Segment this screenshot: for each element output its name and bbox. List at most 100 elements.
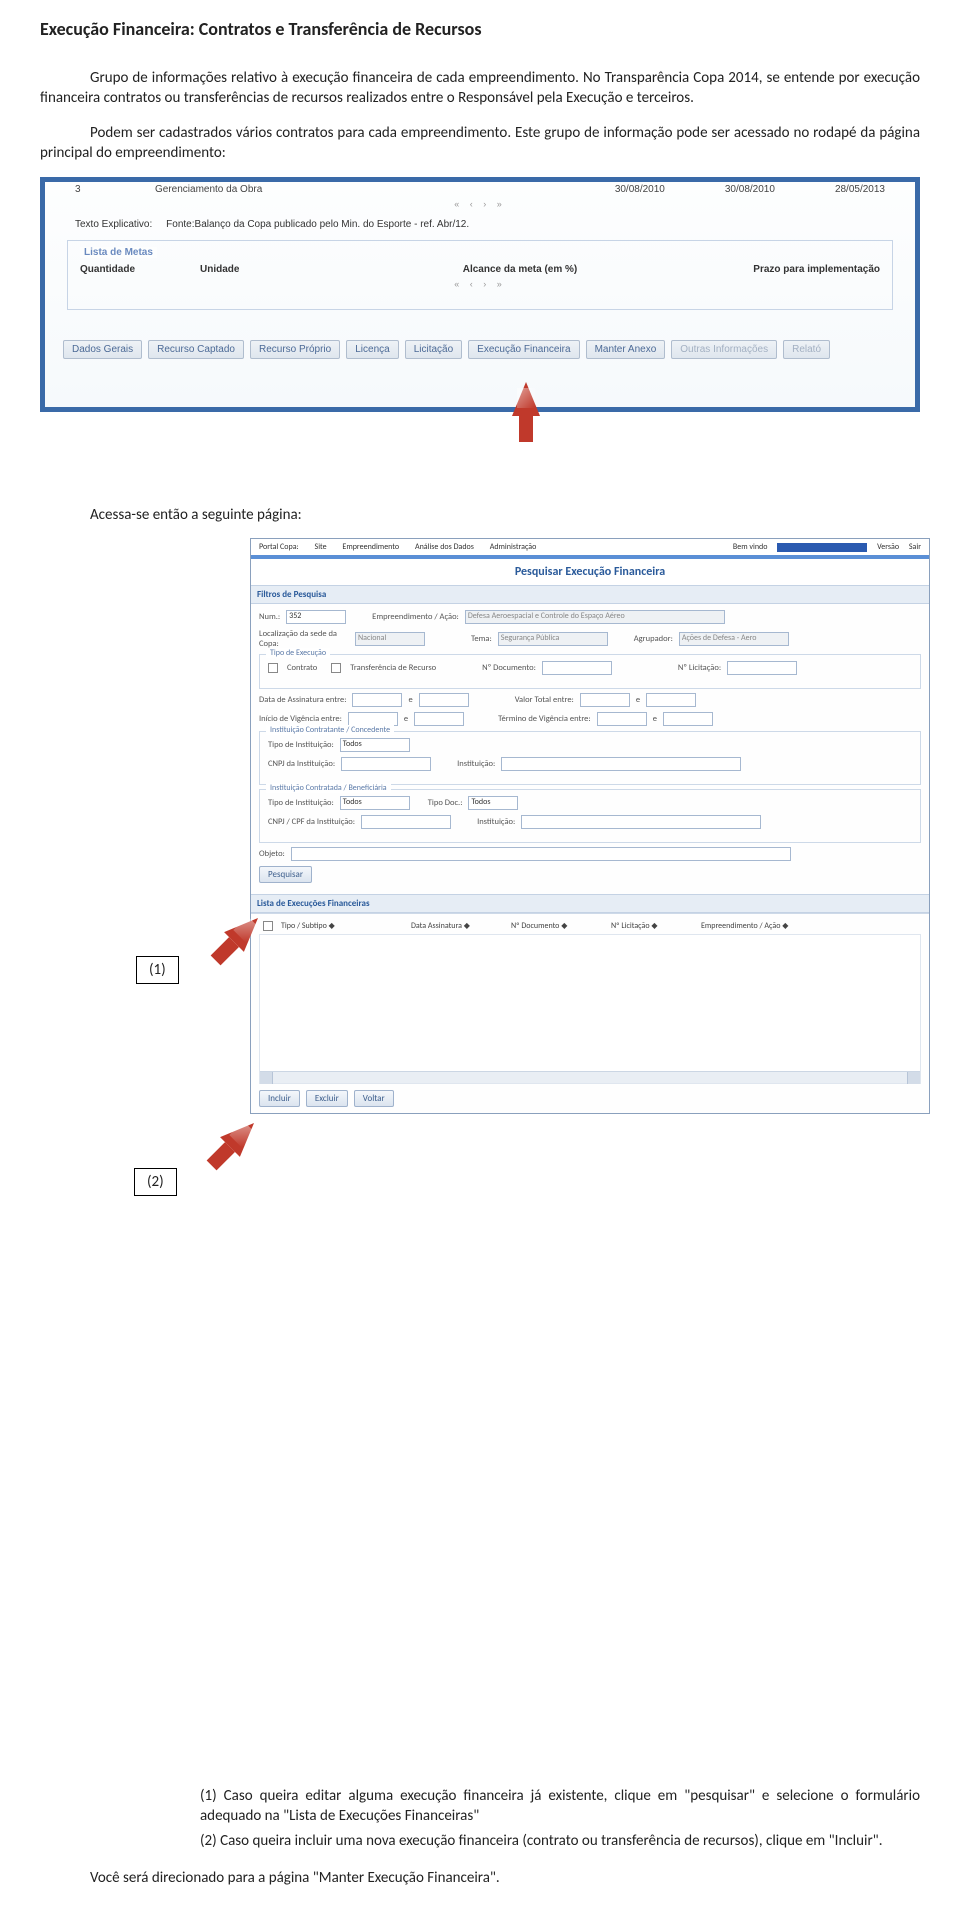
cnpjcpf2-label: CNPJ / CPF da Instituição: — [268, 817, 355, 827]
tvig-label: Término de Vigência entre: — [498, 714, 591, 724]
inst1-input[interactable] — [501, 757, 741, 771]
texto-value: Fonte:Balanço da Copa publicado pelo Min… — [166, 219, 469, 230]
tvig-to[interactable] — [663, 712, 713, 726]
ivig-label: Início de Vigência entre: — [259, 714, 342, 724]
tab-execucao-financeira[interactable]: Execução Financeira — [468, 340, 579, 359]
tab-dados-gerais[interactable]: Dados Gerais — [63, 340, 142, 359]
loc-label: Localização da sede da Copa: — [259, 629, 349, 649]
voltar-button[interactable]: Voltar — [354, 1090, 394, 1107]
screenshot-1: 3 Gerenciamento da Obra 30/08/2010 30/08… — [40, 177, 920, 412]
screenshot-2-wrapper: Portal Copa: Site Empreendimento Análise… — [40, 538, 920, 1774]
num-input[interactable]: 352 — [286, 610, 346, 624]
ivig-from[interactable] — [348, 712, 398, 726]
col-data-ass[interactable]: Data Assinatura ◆ — [407, 921, 507, 931]
row-num: 3 — [75, 184, 95, 195]
nav-admin[interactable]: Administração — [490, 542, 537, 552]
tab-recurso-proprio[interactable]: Recurso Próprio — [250, 340, 340, 359]
col-ndoc[interactable]: Nº Documento ◆ — [507, 921, 607, 931]
emp-input: Defesa Aeroespacial e Controle do Espaço… — [465, 610, 725, 624]
row-date-1: 30/08/2010 — [615, 184, 665, 195]
tab-licitacao[interactable]: Licitação — [405, 340, 462, 359]
callout-1: (1) — [136, 956, 179, 984]
nav-versao[interactable]: Versão — [877, 542, 899, 552]
col-nlic[interactable]: Nº Licitação ◆ — [607, 921, 697, 931]
intro-paragraph-1: Grupo de informações relativo à execução… — [40, 68, 920, 109]
col-alcance: Alcance da meta (em %) — [316, 262, 724, 277]
ndoc-input[interactable] — [542, 661, 612, 675]
tipoinst1-label: Tipo de Instituição: — [268, 740, 334, 750]
cnpj1-label: CNPJ da Instituição: — [268, 759, 335, 769]
final-paragraph: Você será direcionado para a página "Man… — [90, 1869, 920, 1887]
chk-contrato[interactable] — [268, 663, 278, 673]
emp-label: Empreendimento / Ação: — [372, 612, 459, 622]
inst2-input[interactable] — [521, 815, 761, 829]
lista-metas-fieldset: Lista de Metas Quantidade Unidade Alcanc… — [67, 240, 893, 310]
cnpjcpf2-input[interactable] — [361, 815, 451, 829]
loc-input: Nacional — [355, 632, 425, 646]
tab-recurso-captado[interactable]: Recurso Captado — [148, 340, 244, 359]
pesquisar-button[interactable]: Pesquisar — [259, 866, 312, 883]
tab-licenca[interactable]: Licença — [346, 340, 398, 359]
tab-outras-informacoes[interactable]: Outras Informações — [671, 340, 777, 359]
vtot-to[interactable] — [646, 693, 696, 707]
instruction-1: (1) Caso queira editar alguma execução f… — [200, 1786, 920, 1827]
page-title: Execução Financeira: Contratos e Transfe… — [40, 18, 920, 40]
user-redacted — [777, 543, 867, 552]
tipoinst1-select[interactable]: Todos — [340, 738, 410, 752]
tipo-execucao-group: Tipo de Execução Contrato Transferência … — [259, 654, 921, 689]
lista-metas-title: Lista de Metas — [80, 247, 157, 258]
row-date-3: 28/05/2013 — [835, 184, 885, 195]
texto-explicativo: Texto Explicativo: Fonte:Balanço da Copa… — [45, 215, 915, 234]
tipoinst2-label: Tipo de Instituição: — [268, 798, 334, 808]
excluir-button[interactable]: Excluir — [306, 1090, 348, 1107]
e-label-1: e — [408, 695, 412, 705]
ivig-to[interactable] — [414, 712, 464, 726]
screenshot-2: Portal Copa: Site Empreendimento Análise… — [250, 538, 930, 1114]
tipoinst2-select[interactable]: Todos — [340, 796, 410, 810]
pager-2[interactable]: « ‹ › » — [76, 279, 884, 289]
chk-transferencia[interactable] — [331, 663, 341, 673]
lista-body[interactable] — [259, 934, 921, 1084]
obj-input[interactable] — [291, 847, 791, 861]
dass-from[interactable] — [352, 693, 402, 707]
horizontal-scrollbar[interactable] — [260, 1071, 920, 1083]
tvig-from[interactable] — [597, 712, 647, 726]
tipodoc-select[interactable]: Todos — [468, 796, 518, 810]
nav-site[interactable]: Site — [315, 542, 327, 552]
inst1-title: Instituição Contratante / Concedente — [266, 725, 394, 735]
tema-label: Tema: — [471, 634, 492, 644]
inst1-label: Instituição: — [457, 759, 495, 769]
incluir-button[interactable]: Incluir — [259, 1090, 300, 1107]
inst2-label: Instituição: — [477, 817, 515, 827]
filtros-form: Num.: 352 Empreendimento / Ação: Defesa … — [251, 604, 929, 894]
row-name: Gerenciamento da Obra — [155, 184, 555, 195]
dass-to[interactable] — [419, 693, 469, 707]
filtros-header: Filtros de Pesquisa — [251, 585, 929, 604]
e-label-2: e — [636, 695, 640, 705]
nav-empreendimento[interactable]: Empreendimento — [342, 542, 399, 552]
nav-portal: Portal Copa: — [259, 542, 299, 552]
agr-input: Ações de Defesa - Aero — [679, 632, 789, 646]
chk-contrato-label: Contrato — [287, 663, 317, 673]
nav-sair[interactable]: Sair — [909, 542, 921, 552]
tab-relatorio[interactable]: Relató — [783, 340, 830, 359]
col-tipo[interactable]: Tipo / Subtipo ◆ — [277, 921, 407, 931]
intro-paragraph-3: Acessa-se então a seguinte página: — [90, 506, 920, 524]
col-quantidade: Quantidade — [76, 262, 196, 277]
obj-label: Objeto: — [259, 849, 285, 859]
inst2-title: Instituição Contratada / Beneficiária — [266, 783, 391, 793]
agr-label: Agrupador: — [634, 634, 673, 644]
nav-analise[interactable]: Análise dos Dados — [415, 542, 474, 552]
cnpj1-input[interactable] — [341, 757, 431, 771]
metas-header: Quantidade Unidade Alcance da meta (em %… — [76, 262, 884, 277]
pager[interactable]: « ‹ › » — [45, 199, 915, 209]
tipodoc-label: Tipo Doc.: — [428, 798, 463, 808]
lista-header: Lista de Execuções Financeiras — [251, 894, 929, 913]
tab-manter-anexo[interactable]: Manter Anexo — [586, 340, 666, 359]
lista-area: Tipo / Subtipo ◆ Data Assinatura ◆ Nº Do… — [251, 913, 929, 1084]
footer-buttons: Incluir Excluir Voltar — [251, 1084, 929, 1113]
nlic-input[interactable] — [727, 661, 797, 675]
page-subtitle: Pesquisar Execução Financeira — [251, 559, 929, 585]
col-emp[interactable]: Empreendimento / Ação ◆ — [697, 921, 921, 931]
vtot-from[interactable] — [580, 693, 630, 707]
